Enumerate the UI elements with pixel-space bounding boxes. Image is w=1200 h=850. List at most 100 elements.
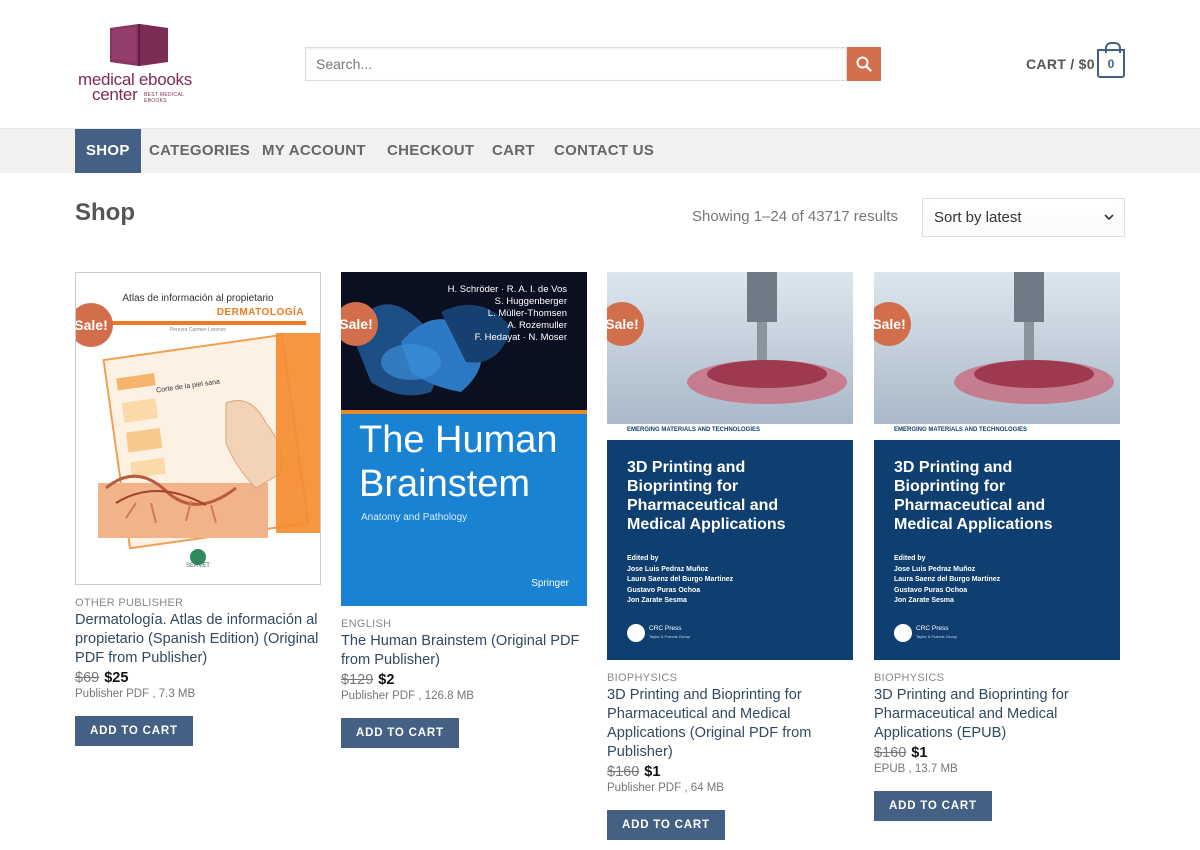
product-category[interactable]: BIOPHYSICS bbox=[607, 672, 853, 684]
nav-item-cart[interactable]: CART bbox=[492, 129, 535, 173]
product-format: EPUB , 13.7 MB bbox=[874, 763, 958, 775]
book-logo-icon bbox=[110, 24, 168, 66]
cover-title-line: Pharmaceutical and bbox=[894, 497, 1046, 514]
cover-author: L. Müller-Thomsen bbox=[487, 308, 567, 319]
search-input[interactable] bbox=[305, 47, 847, 81]
product-price: $160 $1 bbox=[874, 745, 1120, 761]
cover-top-text: Atlas de información al propietario bbox=[122, 293, 274, 304]
product-category[interactable]: ENGLISH bbox=[341, 618, 587, 630]
nav-item-categories[interactable]: CATEGORIES bbox=[149, 129, 250, 173]
old-price: $129 bbox=[341, 672, 374, 688]
search-icon bbox=[856, 56, 872, 72]
site-logo[interactable]: medical ebooks center BEST MEDICAL EBOOK… bbox=[78, 20, 203, 105]
cover-subtitle: Anatomy and Pathology bbox=[361, 512, 468, 523]
crc-logo-icon bbox=[894, 624, 912, 642]
cover-title-line: Pharmaceutical and bbox=[627, 497, 779, 514]
cover-art bbox=[76, 273, 320, 584]
cover-edited-by: Edited by bbox=[894, 555, 926, 562]
cover-title: 3D Printing and Bioprinting for Pharmace… bbox=[627, 458, 786, 534]
chevron-down-icon bbox=[1104, 214, 1114, 221]
cover-publisher-sub: Taylor & Francis Group bbox=[916, 634, 957, 639]
product-title[interactable]: The Human Brainstem (Original PDF from P… bbox=[341, 632, 587, 670]
sort-select[interactable]: Sort by latest bbox=[922, 198, 1125, 237]
product-price: $160 $1 bbox=[607, 764, 853, 780]
product-card: Sale! EMERGING MATERIALS AND TECHNOLOGIE… bbox=[607, 272, 853, 840]
product-image[interactable]: Sale! EMERGING MATERIALS AND TECHNOLOGIE… bbox=[607, 272, 853, 660]
old-price: $69 bbox=[75, 670, 100, 686]
product-price: $129 $2 bbox=[341, 672, 587, 688]
cover-editor: Jon Zarate Sesma bbox=[627, 597, 687, 604]
page-title: Shop bbox=[75, 199, 135, 226]
add-to-cart-button[interactable]: ADD TO CART bbox=[341, 718, 459, 748]
search-button[interactable] bbox=[847, 47, 881, 81]
product-image[interactable]: Sale! H. Schröder · R. A. I. de Vos S. H… bbox=[341, 272, 587, 606]
cover-main-text: DERMATOLOGÍA bbox=[216, 307, 304, 318]
cover-title-line: Brainstem bbox=[359, 463, 531, 505]
cover-publisher-text: SERVET bbox=[186, 563, 210, 569]
cover-title: The Human Brainstem bbox=[359, 418, 558, 506]
sale-price: $2 bbox=[378, 672, 395, 688]
product-title[interactable]: 3D Printing and Bioprinting for Pharmace… bbox=[874, 686, 1120, 743]
sale-price: $1 bbox=[911, 745, 928, 761]
cover-edited-by: Edited by bbox=[627, 555, 659, 562]
nav-item-contact-us[interactable]: CONTACT US bbox=[554, 129, 654, 173]
result-count: Showing 1–24 of 43717 results bbox=[692, 208, 898, 225]
add-to-cart-button[interactable]: ADD TO CART bbox=[75, 716, 193, 746]
product-format: Publisher PDF , 126.8 MB bbox=[341, 690, 474, 702]
cover-author: H. Schröder · R. A. I. de Vos bbox=[447, 284, 567, 295]
product-image[interactable]: Sale! Atlas de información al propietari… bbox=[75, 272, 321, 585]
product-format: Publisher PDF , 64 MB bbox=[607, 782, 724, 794]
product-image[interactable]: Sale! EMERGING MATERIALS AND TECHNOLOGIE… bbox=[874, 272, 1120, 660]
cover-editor: Laura Saenz del Burgo Martinez bbox=[627, 576, 734, 583]
product-card: Sale! EMERGING MATERIALS AND TECHNOLOGIE… bbox=[874, 272, 1120, 821]
product-card: Sale! Atlas de información al propietari… bbox=[75, 272, 321, 746]
cover-editor: Gustavo Puras Ochoa bbox=[894, 586, 968, 594]
cover-title-line: Bioprinting for bbox=[627, 478, 739, 495]
cover-editor: Laura Saenz del Burgo Martinez bbox=[894, 576, 1001, 583]
cover-editor: Jose Luis Pedraz Muñoz bbox=[627, 565, 709, 573]
cover-publisher: Springer bbox=[531, 578, 569, 589]
cover-editor: Jon Zarate Sesma bbox=[894, 597, 954, 604]
logo-tagline: BEST MEDICAL EBOOKS bbox=[144, 92, 184, 104]
cover-title-line: 3D Printing and bbox=[627, 459, 746, 476]
main-nav: SHOP CATEGORIES MY ACCOUNT CHECKOUT CART… bbox=[0, 128, 1200, 173]
sale-price: $25 bbox=[104, 670, 129, 686]
cover-publisher: CRC Press bbox=[916, 625, 949, 632]
nav-item-shop[interactable]: SHOP bbox=[75, 129, 141, 173]
header-cart-link[interactable]: CART / $0 bbox=[1026, 56, 1095, 72]
cover-authors: H. Schröder · R. A. I. de Vos S. Huggenb… bbox=[448, 284, 567, 344]
product-format: Publisher PDF , 7.3 MB bbox=[75, 688, 196, 700]
nav-item-my-account[interactable]: MY ACCOUNT bbox=[262, 129, 366, 173]
cover-title-line: Medical Applications bbox=[894, 516, 1053, 533]
cover-title-line: The Human bbox=[359, 419, 558, 461]
sort-select-value: Sort by latest bbox=[934, 209, 1022, 226]
cover-author: S. Huggenberger bbox=[494, 296, 567, 307]
cover-editors: Edited by Jose Luis Pedraz Muñoz Laura S… bbox=[627, 554, 733, 607]
cart-count-icon[interactable]: 0 bbox=[1097, 42, 1125, 78]
cover-title: 3D Printing and Bioprinting for Pharmace… bbox=[894, 458, 1053, 534]
nav-item-checkout[interactable]: CHECKOUT bbox=[387, 129, 474, 173]
product-card: Sale! H. Schröder · R. A. I. de Vos S. H… bbox=[341, 272, 587, 748]
cover-publisher-sub: Taylor & Francis Group bbox=[649, 634, 690, 639]
product-category[interactable]: OTHER PUBLISHER bbox=[75, 597, 321, 609]
cover-publisher: CRC Press bbox=[649, 625, 682, 632]
product-title[interactable]: 3D Printing and Bioprinting for Pharmace… bbox=[607, 686, 853, 762]
cover-series: EMERGING MATERIALS AND TECHNOLOGIES bbox=[894, 427, 1028, 433]
search-form bbox=[305, 47, 881, 81]
cover-title-line: Medical Applications bbox=[627, 516, 786, 533]
crc-logo-icon bbox=[627, 624, 645, 642]
add-to-cart-button[interactable]: ADD TO CART bbox=[874, 791, 992, 821]
old-price: $160 bbox=[607, 764, 640, 780]
add-to-cart-button[interactable]: ADD TO CART bbox=[607, 810, 725, 840]
sale-price: $1 bbox=[644, 764, 661, 780]
cover-title-line: 3D Printing and bbox=[894, 459, 1013, 476]
cover-series: EMERGING MATERIALS AND TECHNOLOGIES bbox=[627, 427, 761, 433]
product-price: $69 $25 bbox=[75, 670, 321, 686]
cover-editors: Edited by Jose Luis Pedraz Muñoz Laura S… bbox=[894, 554, 1000, 607]
old-price: $160 bbox=[874, 745, 907, 761]
product-title[interactable]: Dermatología. Atlas de información al pr… bbox=[75, 611, 321, 668]
cover-editor: Jose Luis Pedraz Muñoz bbox=[894, 565, 976, 573]
product-category[interactable]: BIOPHYSICS bbox=[874, 672, 1120, 684]
cover-author: A. Rozemuller bbox=[507, 320, 567, 331]
cover-editor: Gustavo Puras Ochoa bbox=[627, 586, 701, 594]
